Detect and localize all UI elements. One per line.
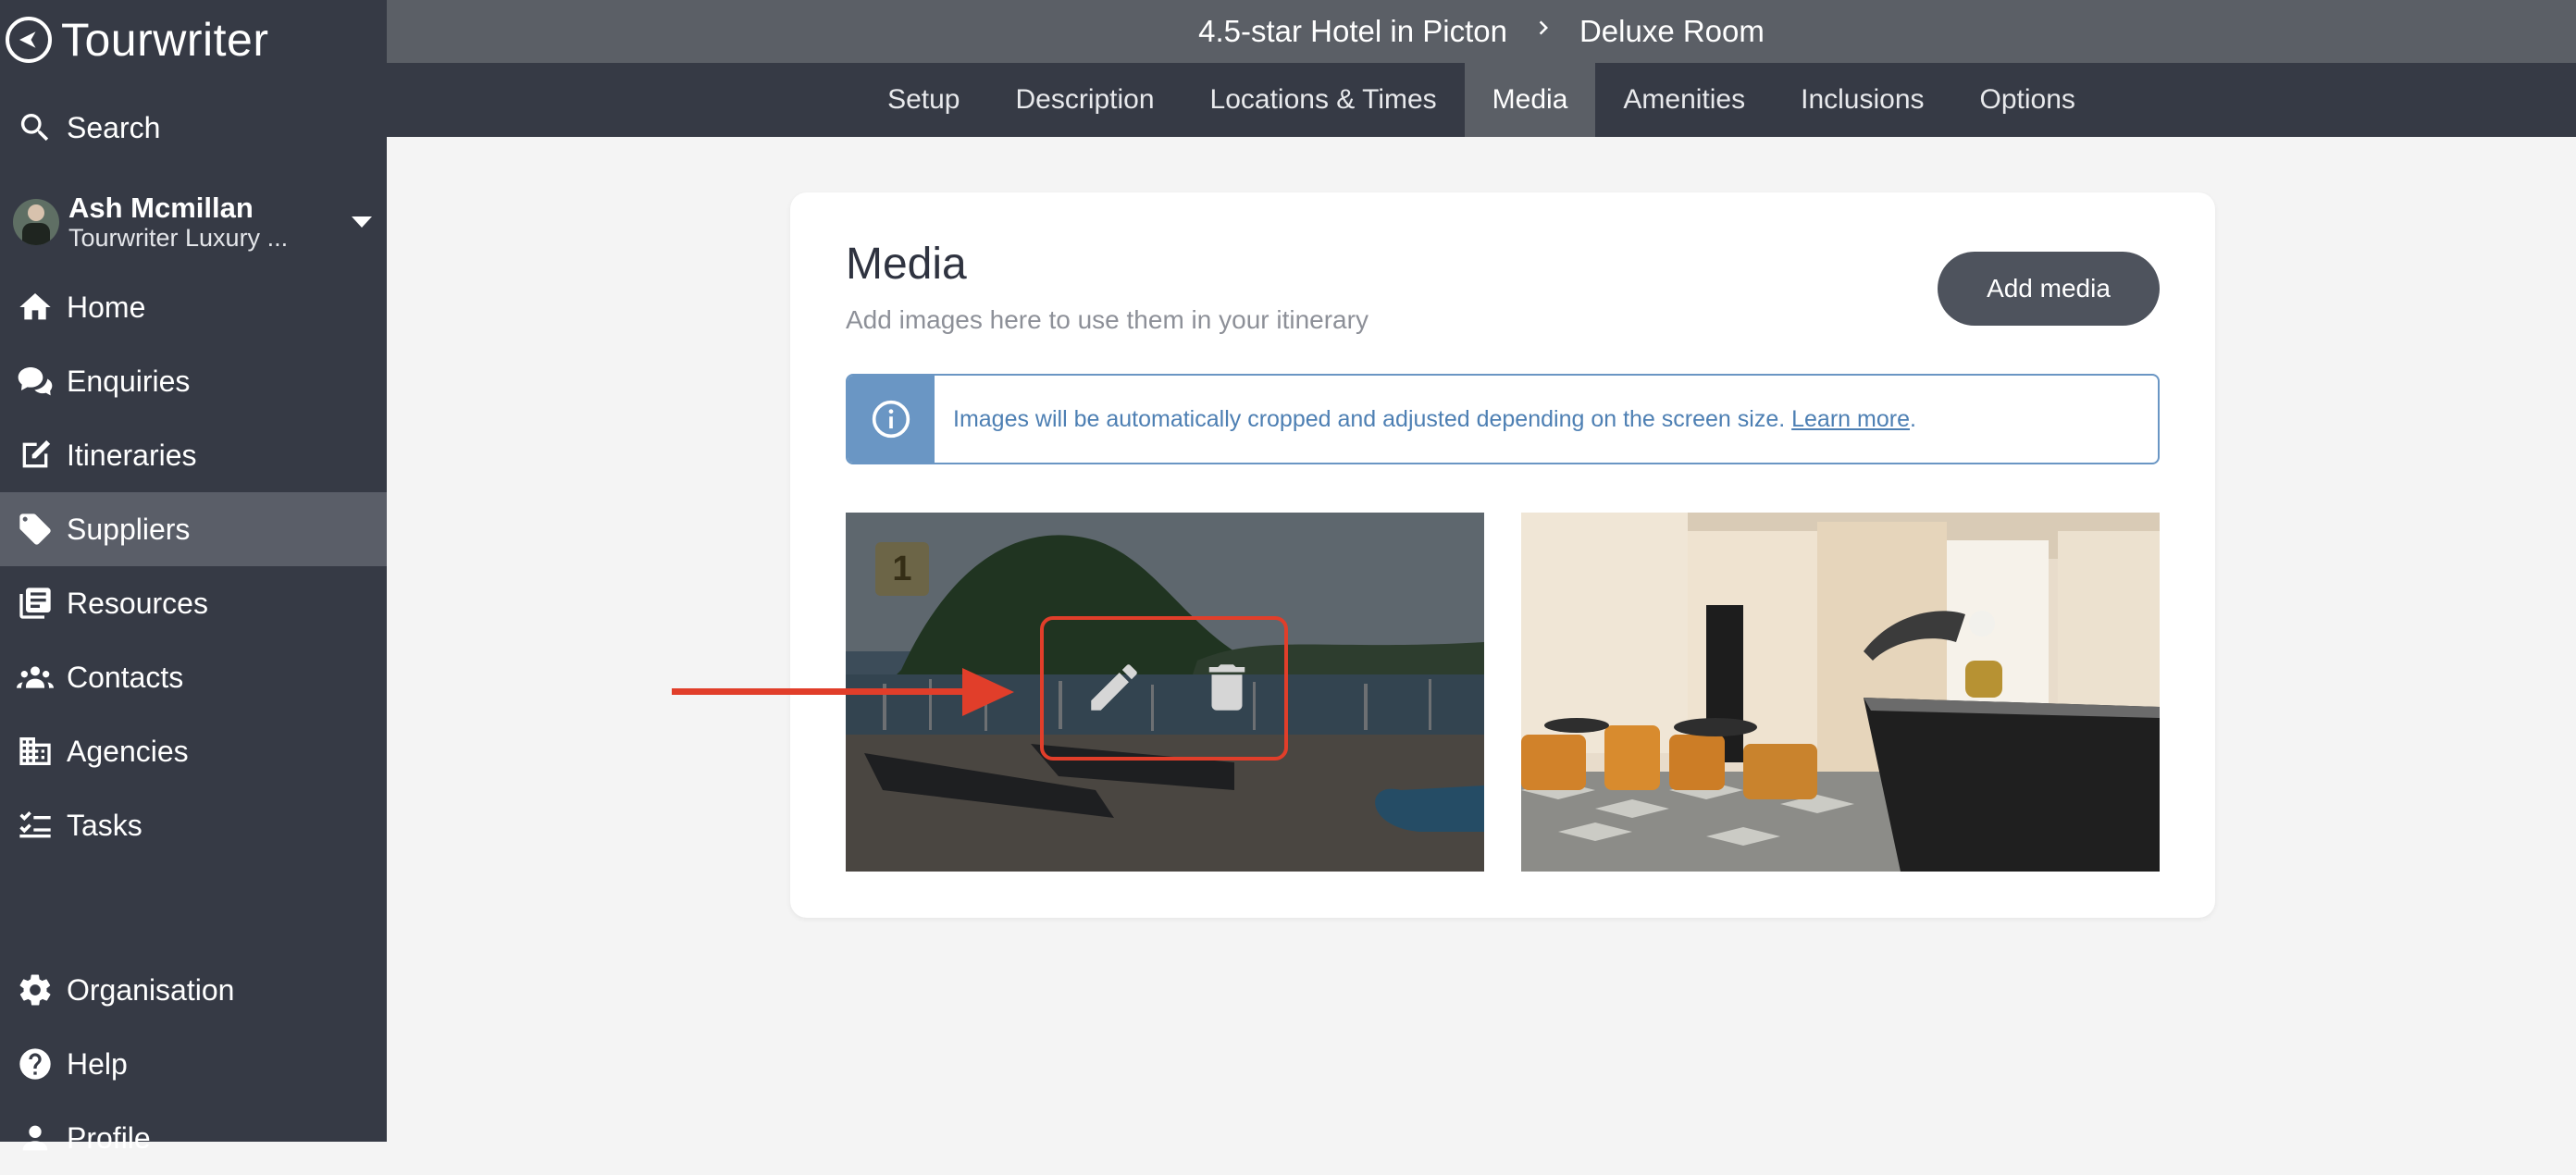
home-icon: [15, 287, 56, 328]
sidebar-item-label: Organisation: [67, 972, 235, 1007]
sidebar-item-profile[interactable]: Profile: [0, 1101, 387, 1175]
tab-locations-times[interactable]: Locations & Times: [1183, 63, 1465, 137]
sidebar-item-label: Contacts: [67, 660, 184, 694]
person-icon: [15, 1118, 56, 1158]
sidebar-item-label: Tasks: [67, 808, 142, 842]
user-org: Tourwriter Luxury ...: [68, 224, 289, 252]
add-media-button[interactable]: Add media: [1938, 252, 2160, 326]
edit-document-icon: [15, 435, 56, 476]
checklist-icon: [15, 805, 56, 846]
tab-options[interactable]: Options: [1952, 63, 2103, 137]
tab-description[interactable]: Description: [987, 63, 1182, 137]
user-name: Ash Mcmillan: [68, 192, 254, 224]
sidebar-item-organisation[interactable]: Organisation: [0, 953, 387, 1027]
order-badge: 1: [875, 542, 929, 596]
help-icon: [15, 1044, 56, 1084]
info-alert: Images will be automatically cropped and…: [846, 374, 2160, 464]
sidebar-item-label: Enquiries: [67, 364, 191, 398]
sidebar-item-label: Itineraries: [67, 438, 197, 472]
sidebar-item-label: Home: [67, 290, 146, 324]
sidebar-item-label: Profile: [67, 1120, 151, 1155]
annotation-arrow-head: [962, 668, 1014, 716]
page-title: Media: [846, 240, 967, 289]
sidebar-item-agencies[interactable]: Agencies: [0, 714, 387, 788]
logo-icon: [6, 17, 52, 63]
annotation-arrow-line: [672, 688, 977, 695]
page-subtitle: Add images here to use them in your itin…: [846, 305, 1368, 334]
sidebar-item-itineraries[interactable]: Itineraries: [0, 418, 387, 492]
media-card: Media Add images here to use them in you…: [790, 192, 2215, 918]
library-icon: [15, 583, 56, 624]
learn-more-link[interactable]: Learn more: [1791, 406, 1910, 432]
chevron-right-icon: [1530, 14, 1557, 49]
tag-icon: [15, 509, 56, 550]
sidebar-item-enquiries[interactable]: Enquiries: [0, 344, 387, 418]
tab-setup[interactable]: Setup: [860, 63, 987, 137]
sidebar-item-suppliers[interactable]: Suppliers: [0, 492, 387, 566]
sidebar-item-label: Resources: [67, 586, 208, 620]
sidebar-item-resources[interactable]: Resources: [0, 566, 387, 640]
breadcrumb: 4.5-star Hotel in Picton Deluxe Room: [387, 0, 2576, 63]
tab-media[interactable]: Media: [1464, 63, 1596, 137]
buildings-icon: [15, 731, 56, 772]
info-icon: [848, 376, 935, 463]
sidebar-search-label: Search: [67, 110, 161, 144]
sidebar-item-tasks[interactable]: Tasks: [0, 788, 387, 862]
tab-inclusions[interactable]: Inclusions: [1773, 63, 1951, 137]
breadcrumb-supplier[interactable]: 4.5-star Hotel in Picton: [1198, 14, 1507, 49]
info-message: Images will be automatically cropped and…: [935, 406, 1916, 433]
media-tile-2[interactable]: [1521, 513, 2160, 872]
sidebar-item-label: Agencies: [67, 734, 189, 768]
search-icon: [15, 107, 56, 148]
info-text: Images will be automatically cropped and…: [953, 405, 1792, 432]
tab-bar: Setup Description Locations & Times Medi…: [387, 63, 2576, 137]
sidebar-item-contacts[interactable]: Contacts: [0, 640, 387, 714]
info-suffix: .: [1909, 405, 1916, 432]
user-menu[interactable]: Ash Mcmillan Tourwriter Luxury ...: [13, 192, 383, 252]
app-name: Tourwriter: [61, 14, 269, 66]
people-icon: [15, 657, 56, 698]
annotation-highlight-box: [1040, 616, 1288, 761]
gear-icon: [15, 970, 56, 1010]
sidebar-item-home[interactable]: Home: [0, 270, 387, 344]
sidebar-item-label: Suppliers: [67, 512, 191, 546]
breadcrumb-room: Deluxe Room: [1579, 14, 1765, 48]
chevron-down-icon[interactable]: [352, 216, 372, 228]
sidebar-item-help[interactable]: Help: [0, 1027, 387, 1101]
app-logo[interactable]: Tourwriter: [6, 11, 268, 68]
lobby-image: [1521, 513, 2160, 872]
sidebar-search[interactable]: Search: [0, 91, 387, 165]
sidebar: Tourwriter Search Ash Mcmillan Tourwrite…: [0, 0, 387, 1155]
tab-amenities[interactable]: Amenities: [1595, 63, 1773, 137]
avatar: [13, 199, 59, 245]
sidebar-item-label: Help: [67, 1046, 128, 1081]
chat-bubbles-icon: [15, 361, 56, 402]
